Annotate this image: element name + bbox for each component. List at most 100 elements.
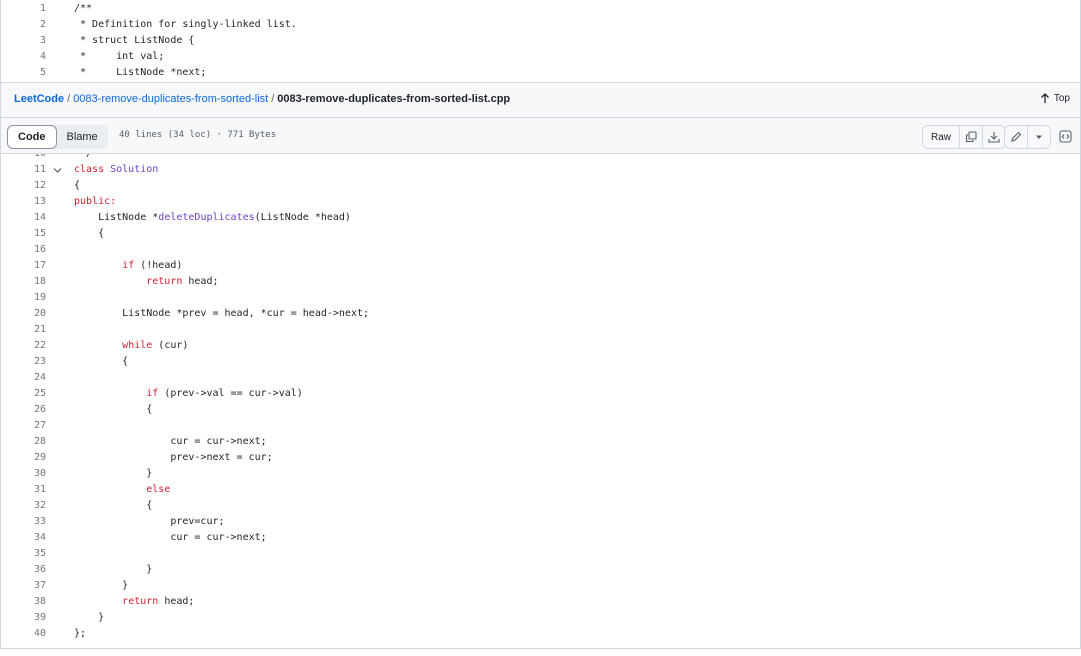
tab-code[interactable]: Code — [7, 125, 57, 149]
code-text: return head; — [74, 274, 219, 290]
line-number[interactable]: 5 — [1, 65, 46, 81]
code-text: if (prev->val == cur->val) — [74, 386, 303, 402]
line-number[interactable]: 14 — [1, 210, 46, 226]
code-line: 5 * ListNode *next; — [1, 65, 1080, 81]
line-number[interactable]: 4 — [1, 49, 46, 65]
line-number[interactable]: 3 — [1, 33, 46, 49]
code-text: } — [74, 466, 152, 482]
breadcrumb-folder-link[interactable]: 0083-remove-duplicates-from-sorted-list — [73, 93, 268, 105]
line-number[interactable]: 34 — [1, 530, 46, 546]
code-line: 27 — [1, 418, 1080, 434]
code-line: 32 { — [1, 498, 1080, 514]
line-number[interactable]: 30 — [1, 466, 46, 482]
line-number[interactable]: 22 — [1, 338, 46, 354]
code-token: * Definition for singly-linked list. — [74, 19, 297, 30]
line-number[interactable]: 21 — [1, 322, 46, 338]
breadcrumb-separator: / — [271, 93, 275, 105]
line-number[interactable]: 24 — [1, 370, 46, 386]
line-number[interactable]: 31 — [1, 482, 46, 498]
line-number[interactable]: 26 — [1, 402, 46, 418]
chevron-down-icon[interactable] — [53, 166, 62, 175]
code-token: /** — [74, 3, 93, 14]
code-line: 18 return head; — [1, 274, 1080, 290]
code-line: 35 — [1, 546, 1080, 562]
pencil-icon — [1011, 131, 1022, 142]
edit-more-options-button[interactable] — [1028, 126, 1050, 148]
file-toolbar: Code Blame 40 lines (34 loc) · 771 Bytes… — [1, 118, 1080, 154]
code-token: head; — [182, 276, 219, 287]
code-text: /** — [74, 1, 92, 17]
code-token: }; — [74, 628, 87, 639]
code-line: 14 ListNode *deleteDuplicates(ListNode *… — [1, 210, 1080, 226]
edit-actions-group — [1004, 125, 1051, 149]
code-line: 13 public: — [1, 194, 1080, 210]
code-token: } — [74, 468, 153, 479]
line-number[interactable]: 35 — [1, 546, 46, 562]
line-number[interactable]: 27 — [1, 418, 46, 434]
code-line: 20 ListNode *prev = head, *cur = head->n… — [1, 306, 1080, 322]
code-token: { — [74, 180, 81, 191]
code-token: cur = cur->next; — [74, 436, 267, 447]
line-number[interactable]: 17 — [1, 258, 46, 274]
line-number[interactable]: 18 — [1, 274, 46, 290]
code-text: class Solution — [74, 162, 158, 178]
line-number[interactable]: 32 — [1, 498, 46, 514]
line-number[interactable]: 38 — [1, 594, 46, 610]
code-token: prev->next = cur; — [74, 452, 273, 463]
line-number[interactable]: 36 — [1, 562, 46, 578]
code-text: * Definition for singly-linked list. — [74, 17, 297, 33]
code-token: * int val; — [74, 51, 165, 62]
line-number[interactable]: 13 — [1, 194, 46, 210]
code-line: 31 else — [1, 482, 1080, 498]
tab-blame[interactable]: Blame — [57, 125, 108, 149]
raw-button[interactable]: Raw — [923, 126, 961, 148]
code-keyword: class — [74, 164, 111, 175]
code-text: * struct ListNode { — [74, 33, 194, 49]
top-button[interactable]: Top — [1040, 93, 1070, 104]
code-line: 19 — [1, 290, 1080, 306]
copy-raw-button[interactable] — [960, 126, 984, 148]
breadcrumb-root-link[interactable]: LeetCode — [14, 93, 64, 105]
line-number[interactable]: 33 — [1, 514, 46, 530]
line-number[interactable]: 11 — [1, 162, 46, 178]
line-number[interactable]: 2 — [1, 17, 46, 33]
code-identifier: deleteDuplicates — [158, 212, 255, 223]
code-line: 15 { — [1, 226, 1080, 242]
edit-file-button[interactable] — [1005, 126, 1028, 148]
line-number[interactable]: 12 — [1, 178, 46, 194]
code-line: 29 prev->next = cur; — [1, 450, 1080, 466]
download-raw-button[interactable] — [983, 126, 1005, 148]
line-number[interactable]: 28 — [1, 434, 46, 450]
code-token: } — [74, 564, 153, 575]
line-number[interactable]: 39 — [1, 610, 46, 626]
top-button-label: Top — [1053, 93, 1070, 104]
line-number[interactable]: 25 — [1, 386, 46, 402]
code-text: { — [74, 498, 152, 514]
line-number[interactable]: 1 — [1, 1, 46, 17]
code-text: if (!head) — [74, 258, 182, 274]
line-number[interactable]: 20 — [1, 306, 46, 322]
code-text: ListNode *deleteDuplicates(ListNode *hea… — [74, 210, 351, 226]
symbols-panel-button[interactable] — [1054, 125, 1076, 147]
line-number[interactable]: 29 — [1, 450, 46, 466]
code-text: * int val; — [74, 49, 164, 65]
line-number[interactable]: 23 — [1, 354, 46, 370]
code-line: 16 — [1, 242, 1080, 258]
code-line: 23 { — [1, 354, 1080, 370]
line-number[interactable]: 37 — [1, 578, 46, 594]
line-number[interactable]: 19 — [1, 290, 46, 306]
code-token: } — [74, 612, 105, 623]
code-text: { — [74, 402, 152, 418]
line-number[interactable]: 40 — [1, 626, 46, 642]
triangle-down-icon — [1036, 135, 1042, 139]
line-number[interactable]: 16 — [1, 242, 46, 258]
sticky-file-header: LeetCode /0083-remove-duplicates-from-sor… — [1, 82, 1080, 154]
code-text: public: — [74, 194, 116, 210]
code-line: 26 { — [1, 402, 1080, 418]
code-text: } — [74, 610, 104, 626]
line-number[interactable]: 15 — [1, 226, 46, 242]
